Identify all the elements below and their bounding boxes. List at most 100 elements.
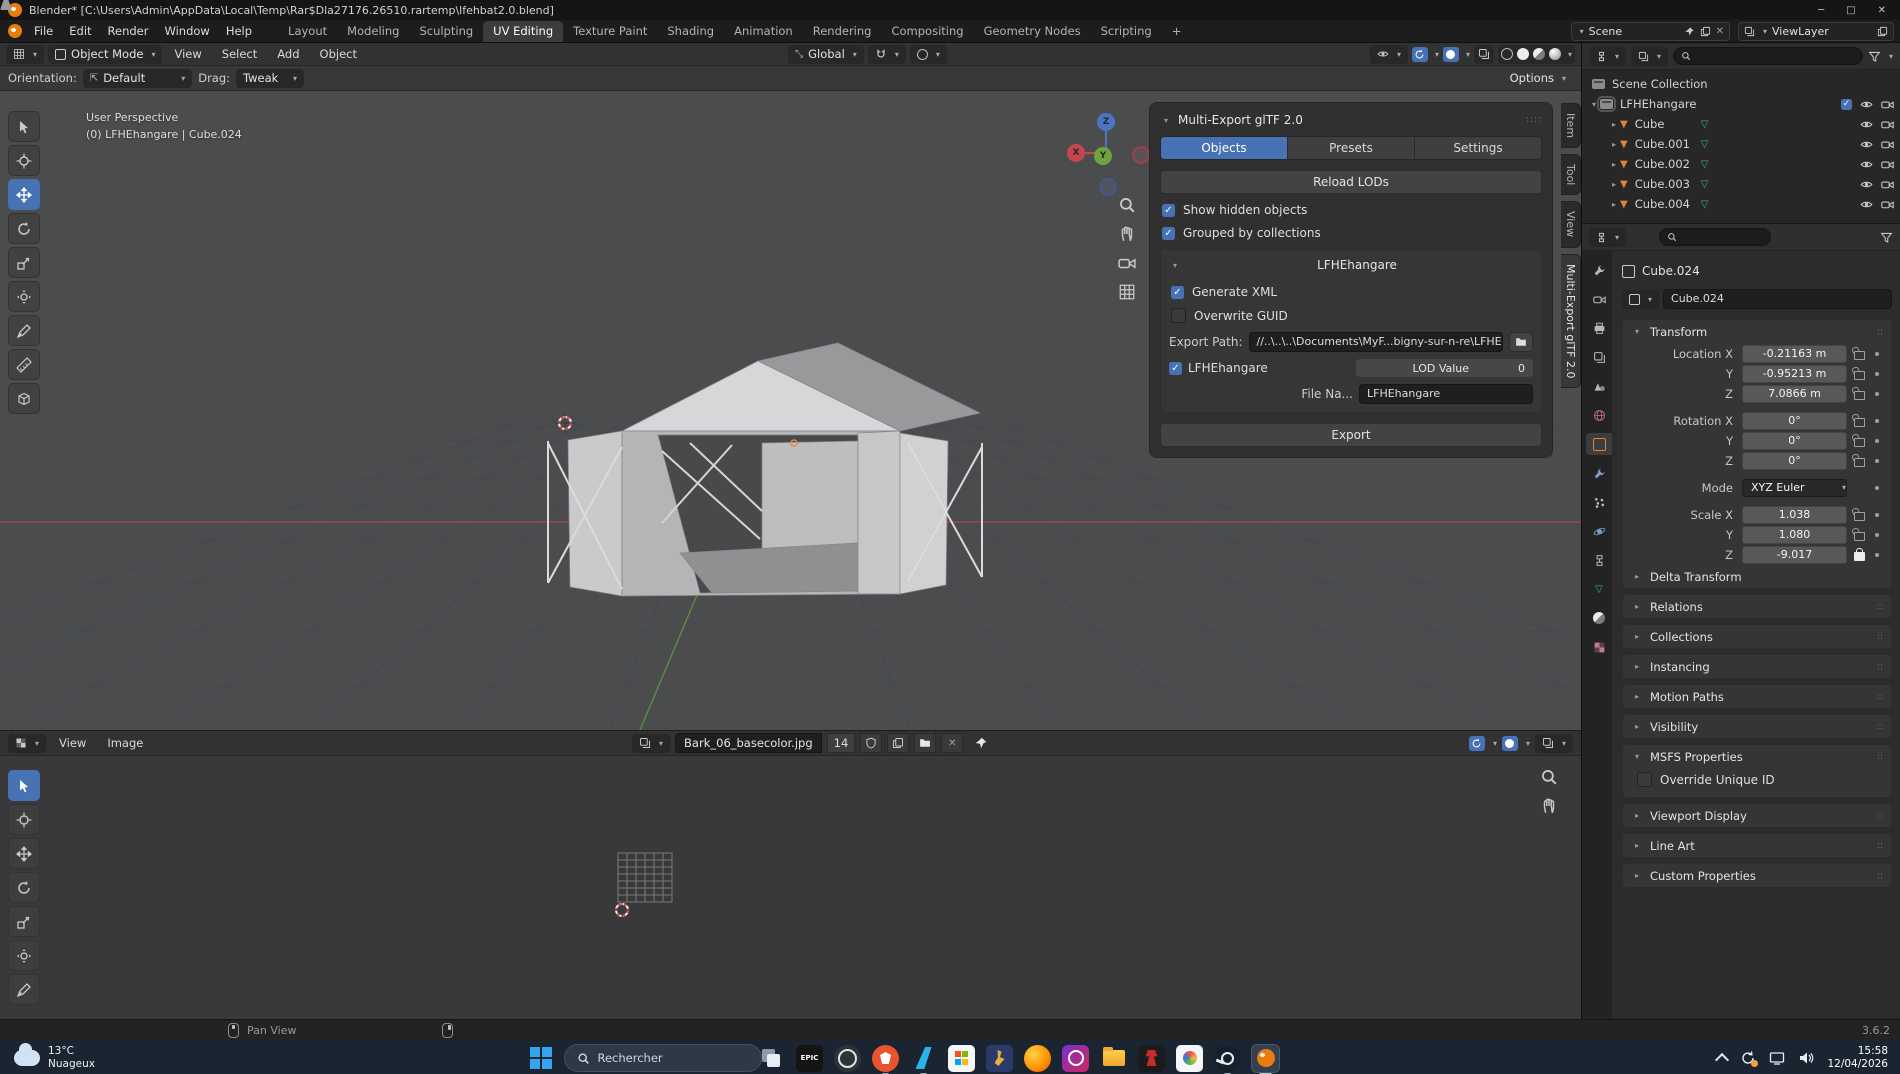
menu-window[interactable]: Window	[156, 22, 217, 40]
rotation-x-animate-dot[interactable]	[1875, 419, 1879, 423]
generate-xml-row[interactable]: ✓Generate XML	[1171, 285, 1531, 299]
rotation-y-lock-icon[interactable]	[1854, 438, 1865, 447]
display-channels-dropdown[interactable]: ▾	[1535, 734, 1573, 753]
rotation-z-animate-dot[interactable]	[1875, 459, 1879, 463]
tool-select-box[interactable]	[8, 111, 40, 142]
tab-particles[interactable]	[1586, 491, 1612, 513]
show-hidden-row[interactable]: ✓Show hidden objects	[1162, 203, 1540, 217]
tab-render[interactable]	[1586, 288, 1612, 310]
scale-x-lock-icon[interactable]	[1854, 512, 1865, 521]
viewport-menu-select[interactable]: Select	[214, 45, 265, 63]
export-path-field[interactable]: //..\..\..\Documents\MyF...bigny-sur-n-r…	[1249, 332, 1504, 352]
render-camera-icon[interactable]	[1881, 158, 1894, 171]
unlink-scene-icon[interactable]: ✕	[1716, 26, 1724, 37]
uv-tool-move[interactable]	[8, 838, 40, 869]
filter-icon[interactable]	[1868, 50, 1881, 63]
tool-3d-cursor[interactable]	[8, 145, 40, 176]
hangar-model[interactable]	[568, 343, 980, 596]
tab-tool[interactable]	[1586, 259, 1612, 281]
steam-icon[interactable]	[1214, 1045, 1241, 1072]
camera-view-icon[interactable]	[1118, 254, 1136, 272]
location-z-animate-dot[interactable]	[1875, 392, 1879, 396]
hide-eye-icon[interactable]	[1860, 158, 1873, 171]
object-export-checkbox[interactable]: ✓	[1169, 362, 1182, 375]
collection-checkbox[interactable]: ✓	[1841, 99, 1852, 110]
obs-studio-icon[interactable]	[834, 1045, 861, 1072]
menu-help[interactable]: Help	[218, 22, 260, 40]
tab-output[interactable]	[1586, 317, 1612, 339]
copy-scene-icon[interactable]	[1700, 26, 1711, 37]
editor-type-button[interactable]: ▾	[6, 45, 44, 64]
gizmos-toggle[interactable]	[1412, 47, 1428, 62]
render-camera-icon[interactable]	[1881, 198, 1894, 211]
sidebar-tab-item[interactable]: Item	[1561, 103, 1581, 148]
workspace-tab-animation[interactable]: Animation	[724, 21, 803, 42]
orientation-dropdown[interactable]: ⇱Default▾	[83, 69, 192, 88]
workspace-tab-geometry-nodes[interactable]: Geometry Nodes	[974, 21, 1091, 42]
taskbar-search[interactable]: Rechercher	[564, 1044, 762, 1072]
location-y-field[interactable]: -0.95213 m	[1742, 365, 1847, 383]
view-layer-selector[interactable]: ▾ ViewLayer	[1738, 22, 1894, 41]
workspace-tab-rendering[interactable]: Rendering	[803, 21, 882, 42]
hide-eye-icon[interactable]	[1860, 178, 1873, 191]
shading-dropdown-icon[interactable]: ▾	[1568, 50, 1572, 59]
taskbar-clock[interactable]: 15:58 12/04/2026	[1827, 1045, 1888, 1071]
tool-add-cube[interactable]	[8, 383, 40, 414]
overlays-toggle[interactable]	[1443, 47, 1459, 62]
menu-edit[interactable]: Edit	[61, 22, 99, 40]
panel-grip-icon[interactable]: ::::	[1526, 115, 1542, 125]
opera-gx-icon[interactable]	[1062, 1045, 1089, 1072]
rotation-z-lock-icon[interactable]	[1854, 458, 1865, 467]
tool-measure[interactable]	[8, 349, 40, 380]
collection-hide-eye-icon[interactable]	[1860, 98, 1873, 111]
rotation-x-lock-icon[interactable]	[1854, 418, 1865, 427]
location-y-lock-icon[interactable]	[1854, 371, 1865, 380]
tab-object-data[interactable]: ▽	[1586, 578, 1612, 600]
location-z-field[interactable]: 7.0866 m	[1742, 385, 1847, 403]
open-image-button[interactable]	[914, 733, 936, 753]
viewport-menu-view[interactable]: View	[166, 45, 209, 63]
proportional-editing-dropdown[interactable]: ▾	[910, 45, 947, 64]
tab-scene[interactable]	[1586, 375, 1612, 397]
uv-tool-annotate[interactable]	[8, 974, 40, 1005]
scale-y-field[interactable]: 1.080	[1742, 526, 1847, 544]
workspace-tab-scripting[interactable]: Scripting	[1091, 21, 1162, 42]
image-users-count[interactable]: 14	[827, 733, 856, 753]
tab-constraints[interactable]	[1586, 549, 1612, 571]
render-camera-icon[interactable]	[1881, 138, 1894, 151]
object-expand-icon[interactable]: ▸	[1608, 200, 1620, 209]
scale-y-animate-dot[interactable]	[1875, 533, 1879, 537]
pin-icon[interactable]	[1684, 26, 1695, 37]
uv-tool-select-box[interactable]	[8, 770, 40, 801]
object-name-field[interactable]: Cube.024	[1663, 289, 1892, 309]
uv-gizmos-toggle[interactable]	[1469, 736, 1485, 751]
tab-material[interactable]	[1586, 607, 1612, 629]
zoom-icon[interactable]	[1118, 196, 1136, 214]
scale-z-field[interactable]: -9.017	[1742, 546, 1847, 564]
tool-move[interactable]	[8, 179, 40, 210]
workspace-add-button[interactable]: +	[1162, 21, 1192, 42]
object-expand-icon[interactable]: ▸	[1608, 140, 1620, 149]
uv-tool-rotate[interactable]	[8, 872, 40, 903]
app-paint-icon[interactable]	[1176, 1045, 1203, 1072]
menu-render[interactable]: Render	[100, 22, 157, 40]
custom-properties-panel[interactable]: ▸Custom Properties::	[1622, 863, 1892, 888]
microsoft-store-icon[interactable]	[948, 1045, 975, 1072]
scale-z-animate-dot[interactable]	[1875, 553, 1879, 557]
uv-zoom-icon[interactable]	[1540, 768, 1558, 786]
rotation-y-animate-dot[interactable]	[1875, 439, 1879, 443]
generate-xml-checkbox[interactable]: ✓	[1171, 286, 1184, 299]
render-camera-icon[interactable]	[1881, 118, 1894, 131]
motion-paths-panel[interactable]: ▸Motion Paths::	[1622, 684, 1892, 709]
collections-panel[interactable]: ▸Collections::	[1622, 624, 1892, 649]
mode-animate-dot[interactable]	[1875, 486, 1879, 490]
counter-strike-icon[interactable]	[986, 1045, 1013, 1072]
outliner-row-cube-004[interactable]: ▸ ▼ Cube.004 ▽	[1582, 194, 1900, 214]
scale-y-lock-icon[interactable]	[1854, 532, 1865, 541]
outliner-row-cube[interactable]: ▸ ▼ Cube ▽	[1582, 114, 1900, 134]
uv-tool-transform[interactable]	[8, 940, 40, 971]
epic-games-icon[interactable]: EPIC	[796, 1045, 823, 1072]
location-x-lock-icon[interactable]	[1854, 351, 1865, 360]
outliner-row-cube-003[interactable]: ▸ ▼ Cube.003 ▽	[1582, 174, 1900, 194]
transform-orientation-dropdown[interactable]: ⤡ Global▾	[788, 45, 864, 64]
